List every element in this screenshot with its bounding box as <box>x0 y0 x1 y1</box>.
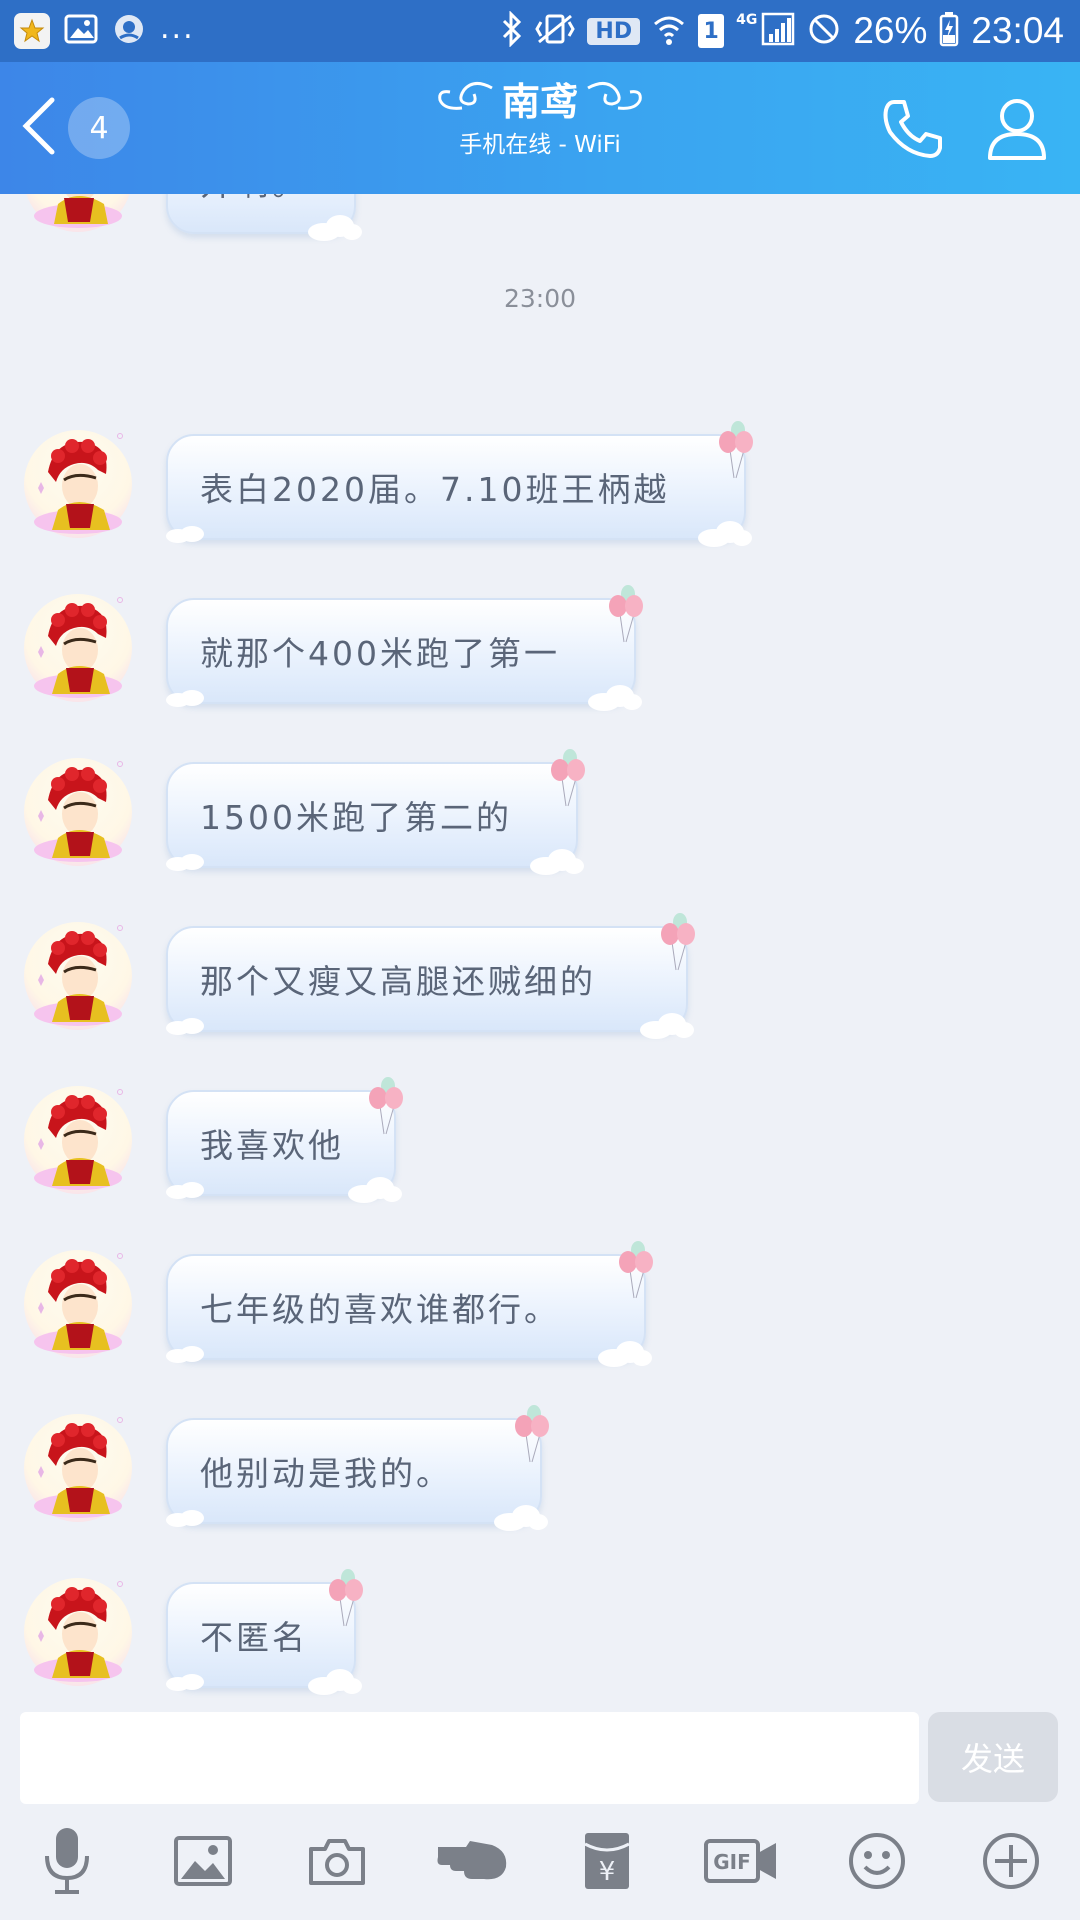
status-bar: ... HD 1 4G 26% 23:04 <box>0 0 1080 62</box>
avatar[interactable] <box>24 194 132 232</box>
phone-icon <box>880 100 946 166</box>
swirl-right-icon <box>584 76 646 128</box>
message-bubble[interactable]: 表白2020届。7.10班王柄越 <box>166 421 753 547</box>
notification-icons: ... <box>14 10 195 50</box>
message-text: 七年级的喜欢谁都行。 <box>200 1290 560 1329</box>
more-notifications: ... <box>160 10 195 46</box>
message-text: 不匿名 <box>200 1618 308 1657</box>
message-text: 就那个400米跑了第一 <box>200 634 560 673</box>
battery-icon <box>939 11 959 51</box>
do-not-disturb-icon <box>807 12 841 50</box>
message-bubble[interactable]: 七年级的喜欢谁都行。 <box>166 1241 653 1367</box>
contact-status: 手机在线 - WiFi <box>459 132 621 158</box>
send-button[interactable]: 发送 <box>928 1712 1058 1802</box>
svg-text:GIF: GIF <box>713 1850 751 1874</box>
swirl-left-icon <box>434 76 496 128</box>
image-button[interactable] <box>168 1828 238 1898</box>
signal-icon <box>761 12 795 50</box>
message-bubble[interactable]: 1500米跑了第二的 <box>166 749 585 875</box>
message-text: 1500米跑了第二的 <box>200 798 512 837</box>
message-bubble[interactable]: 开啊。 <box>166 194 362 241</box>
message-bubble[interactable]: 那个又瘦又高腿还贼细的 <box>166 913 695 1039</box>
camera-icon <box>307 1835 367 1891</box>
clock: 23:04 <box>971 10 1064 51</box>
message-bubble[interactable]: 就那个400米跑了第一 <box>166 585 643 711</box>
contact-title[interactable]: 南鸢 手机在线 - WiFi <box>340 76 740 160</box>
chevron-left-icon <box>18 96 58 160</box>
chat-header: 4 南鸢 手机在线 - WiFi <box>0 62 1080 194</box>
emoji-button[interactable] <box>842 1828 912 1898</box>
message-item: 不匿名 <box>0 1569 1080 1708</box>
red-packet-icon: ¥ <box>582 1830 632 1896</box>
message-list[interactable]: 开啊。 23:00 表白2020届。7.10班王柄越就那个400米跑了第一 150… <box>0 194 1080 1710</box>
avatar[interactable] <box>24 594 132 702</box>
system-indicators: HD 1 4G 26% 23:04 <box>501 8 1064 54</box>
sim-indicator: 1 <box>698 14 725 48</box>
message-input[interactable] <box>20 1712 919 1804</box>
svg-text:¥: ¥ <box>599 1857 616 1887</box>
gif-button[interactable]: GIF <box>704 1828 778 1898</box>
emoji-icon <box>847 1831 907 1895</box>
message-item: 开啊。 <box>0 194 1080 254</box>
plus-icon <box>981 1831 1041 1895</box>
avatar[interactable] <box>24 1414 132 1522</box>
message-item: 表白2020届。7.10班王柄越 <box>0 421 1080 560</box>
avatar[interactable] <box>24 922 132 1030</box>
message-bubble[interactable]: 我喜欢他 <box>166 1077 403 1203</box>
more-button[interactable] <box>976 1828 1046 1898</box>
message-bubble[interactable]: 他别动是我的。 <box>166 1405 549 1531</box>
call-button[interactable] <box>880 96 950 166</box>
person-icon <box>986 99 1048 166</box>
gallery-notification-icon <box>64 14 98 48</box>
hd-badge: HD <box>587 17 641 45</box>
message-item: 我喜欢他 <box>0 1077 1080 1216</box>
avatar[interactable] <box>24 758 132 866</box>
wifi-icon <box>652 12 686 50</box>
camera-button[interactable] <box>302 1828 372 1898</box>
cloud-decoration-icon <box>308 215 362 241</box>
contact-name: 南鸢 <box>501 80 578 124</box>
microphone-icon <box>39 1826 95 1900</box>
gif-icon: GIF <box>704 1837 778 1889</box>
battery-percent: 26% <box>853 10 928 51</box>
app-notification-icon <box>14 13 50 49</box>
message-text: 开啊。 <box>200 194 308 205</box>
back-button[interactable]: 4 <box>18 90 138 166</box>
red-packet-button[interactable]: ¥ <box>572 1828 642 1898</box>
input-toolbar: ¥ GIF <box>0 1810 1080 1920</box>
profile-button[interactable] <box>986 96 1052 166</box>
unread-count-badge: 4 <box>68 97 130 159</box>
poke-icon <box>436 1837 510 1889</box>
poke-button[interactable] <box>436 1828 510 1898</box>
message-item: 那个又瘦又高腿还贼细的 <box>0 913 1080 1052</box>
avatar[interactable] <box>24 1578 132 1686</box>
image-icon <box>173 1835 233 1891</box>
message-text: 那个又瘦又高腿还贼细的 <box>200 962 596 1001</box>
qq-notification-icon <box>112 12 146 50</box>
message-item: 他别动是我的。 <box>0 1405 1080 1544</box>
message-text: 他别动是我的。 <box>200 1454 452 1493</box>
bluetooth-icon <box>501 10 523 51</box>
message-timestamp: 23:00 <box>503 284 577 313</box>
message-item: 七年级的喜欢谁都行。 <box>0 1241 1080 1380</box>
voice-button[interactable] <box>32 1828 102 1898</box>
message-item: 就那个400米跑了第一 <box>0 585 1080 724</box>
message-item: 1500米跑了第二的 <box>0 749 1080 888</box>
message-text: 表白2020届。7.10班王柄越 <box>200 470 670 509</box>
message-bubble[interactable]: 不匿名 <box>166 1569 363 1695</box>
avatar[interactable] <box>24 1250 132 1358</box>
vibrate-icon <box>535 12 576 50</box>
network-type: 4G <box>736 12 758 28</box>
message-text: 我喜欢他 <box>200 1126 344 1165</box>
avatar[interactable] <box>24 1086 132 1194</box>
avatar[interactable] <box>24 430 132 538</box>
